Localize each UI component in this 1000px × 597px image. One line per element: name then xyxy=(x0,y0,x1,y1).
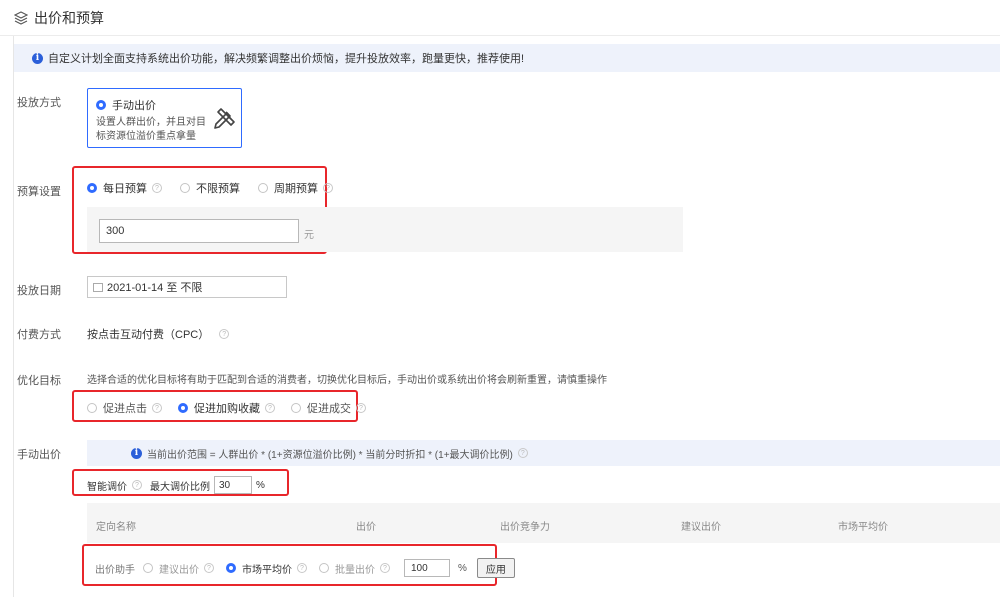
helper-option-market-avg[interactable]: 市场平均价 ? xyxy=(226,561,307,576)
bid-range-text: 当前出价范围 = 人群出价 * (1+资源位溢价比例) * 当前分时折扣 * (… xyxy=(147,449,513,461)
layers-icon xyxy=(14,10,28,25)
max-ratio-label: 最大调价比例 xyxy=(150,481,210,493)
helper-percent-input[interactable]: 100 xyxy=(404,559,450,577)
budget-option-unlimited[interactable]: 不限预算 xyxy=(180,180,240,196)
delivery-mode-card-manual[interactable]: 手动出价 设置人群出价，并且对目标资源位溢价重点拿量 xyxy=(87,88,242,148)
column-header-suggested: 建议出价 xyxy=(681,522,721,533)
optimize-option-click[interactable]: 促进点击 ? xyxy=(87,400,162,416)
market-avg-radio[interactable] xyxy=(226,563,236,573)
manual-bid-option-label: 手动出价 xyxy=(112,100,156,112)
optimize-option-cart[interactable]: 促进加购收藏 ? xyxy=(178,400,275,416)
date-label: 投放日期 xyxy=(17,285,61,297)
deal-radio[interactable] xyxy=(291,403,301,413)
pencil-ruler-icon xyxy=(214,108,235,129)
help-icon[interactable]: ? xyxy=(517,448,528,458)
help-icon[interactable]: ? xyxy=(356,403,366,413)
column-header-competitiveness: 出价竞争力 xyxy=(500,522,550,533)
smart-bid-row: 智能调价 ? 最大调价比例 30 % xyxy=(87,476,265,494)
manual-bid-radio[interactable] xyxy=(96,100,106,110)
unlimited-budget-label: 不限预算 xyxy=(196,183,240,195)
click-label: 促进点击 xyxy=(103,403,147,415)
budget-options: 每日预算 ? 不限预算 周期预算 ? xyxy=(87,180,351,196)
payment-label: 付费方式 xyxy=(17,329,61,341)
page: 出价和预算 i 自定义计划全面支持系统出价功能，解决频繁调整出价烦恼，提升投放效… xyxy=(0,0,1000,597)
help-icon[interactable]: ? xyxy=(297,563,307,573)
cart-radio[interactable] xyxy=(178,403,188,413)
help-icon[interactable]: ? xyxy=(219,329,230,339)
left-rail xyxy=(0,36,14,597)
help-icon[interactable]: ? xyxy=(152,403,162,413)
column-header-bid: 出价 xyxy=(356,522,376,533)
suggested-label: 建议出价 xyxy=(159,564,199,576)
helper-option-suggested[interactable]: 建议出价 ? xyxy=(143,561,214,576)
bid-range-notice: i 当前出价范围 = 人群出价 * (1+资源位溢价比例) * 当前分时折扣 *… xyxy=(87,440,1000,466)
payment-method-value: 按点击互动付费（CPC） xyxy=(87,329,210,341)
max-ratio-input[interactable]: 30 xyxy=(214,476,252,494)
calendar-icon xyxy=(93,282,103,292)
budget-unit: 元 xyxy=(304,230,314,241)
apply-button[interactable]: 应用 xyxy=(476,558,515,578)
batch-label: 批量出价 xyxy=(335,564,375,576)
info-icon: i xyxy=(131,447,142,459)
optimize-hint: 选择合适的优化目标将有助于匹配到合适的消费者，切换优化目标后，手动出价或系统出价… xyxy=(87,375,607,386)
optimize-option-deal[interactable]: 促进成交 ? xyxy=(291,400,366,416)
help-icon[interactable]: ? xyxy=(204,563,214,573)
suggested-radio[interactable] xyxy=(143,563,153,573)
period-budget-radio[interactable] xyxy=(258,183,268,193)
unlimited-budget-radio[interactable] xyxy=(180,183,190,193)
column-header-market-avg: 市场平均价 xyxy=(838,522,888,533)
market-avg-label: 市场平均价 xyxy=(242,564,292,576)
optimize-label: 优化目标 xyxy=(17,375,61,387)
batch-radio[interactable] xyxy=(319,563,329,573)
section-header: 出价和预算 xyxy=(0,0,1000,36)
budget-option-period[interactable]: 周期预算 ? xyxy=(258,180,333,196)
deal-label: 促进成交 xyxy=(307,403,351,415)
column-header-target: 定向名称 xyxy=(96,522,136,533)
daily-budget-label: 每日预算 xyxy=(103,183,147,195)
manual-bid-description: 设置人群出价，并且对目标资源位溢价重点拿量 xyxy=(96,117,206,142)
help-icon[interactable]: ? xyxy=(132,480,142,490)
period-budget-label: 周期预算 xyxy=(274,183,318,195)
manual-bid-label: 手动出价 xyxy=(17,449,61,461)
notice-text: 自定义计划全面支持系统出价功能，解决频繁调整出价烦恼，提升投放效率，跑量更快，推… xyxy=(48,53,525,65)
bid-helper-row: 出价助手 建议出价 ? 市场平均价 ? 批量出价 ? 100 % 应用 xyxy=(95,558,515,578)
delivery-mode-label: 投放方式 xyxy=(17,97,61,109)
smart-bid-label: 智能调价 xyxy=(87,481,127,493)
helper-option-batch[interactable]: 批量出价 ? xyxy=(319,561,390,576)
budget-option-daily[interactable]: 每日预算 ? xyxy=(87,180,162,196)
budget-amount-input[interactable]: 300 xyxy=(99,219,299,243)
section-title: 出价和预算 xyxy=(34,9,104,26)
date-range-value: 2021-01-14 至 不限 xyxy=(107,282,203,294)
notice-bar: i 自定义计划全面支持系统出价功能，解决频繁调整出价烦恼，提升投放效率，跑量更快… xyxy=(14,44,1000,72)
helper-percent-sign: % xyxy=(458,562,467,574)
click-radio[interactable] xyxy=(87,403,97,413)
payment-method: 按点击互动付费（CPC） ? xyxy=(87,326,230,342)
info-icon: i xyxy=(32,52,43,64)
help-icon[interactable]: ? xyxy=(265,403,275,413)
help-icon[interactable]: ? xyxy=(152,183,162,193)
bid-helper-label: 出价助手 xyxy=(95,564,135,576)
max-ratio-percent: % xyxy=(256,479,265,491)
daily-budget-radio[interactable] xyxy=(87,183,97,193)
cart-label: 促进加购收藏 xyxy=(194,403,260,415)
date-range-picker[interactable]: 2021-01-14 至 不限 xyxy=(87,276,287,298)
help-icon[interactable]: ? xyxy=(323,183,333,193)
budget-label: 预算设置 xyxy=(17,186,61,198)
help-icon[interactable]: ? xyxy=(380,563,390,573)
optimize-options: 促进点击 ? 促进加购收藏 ? 促进成交 ? xyxy=(87,400,382,416)
